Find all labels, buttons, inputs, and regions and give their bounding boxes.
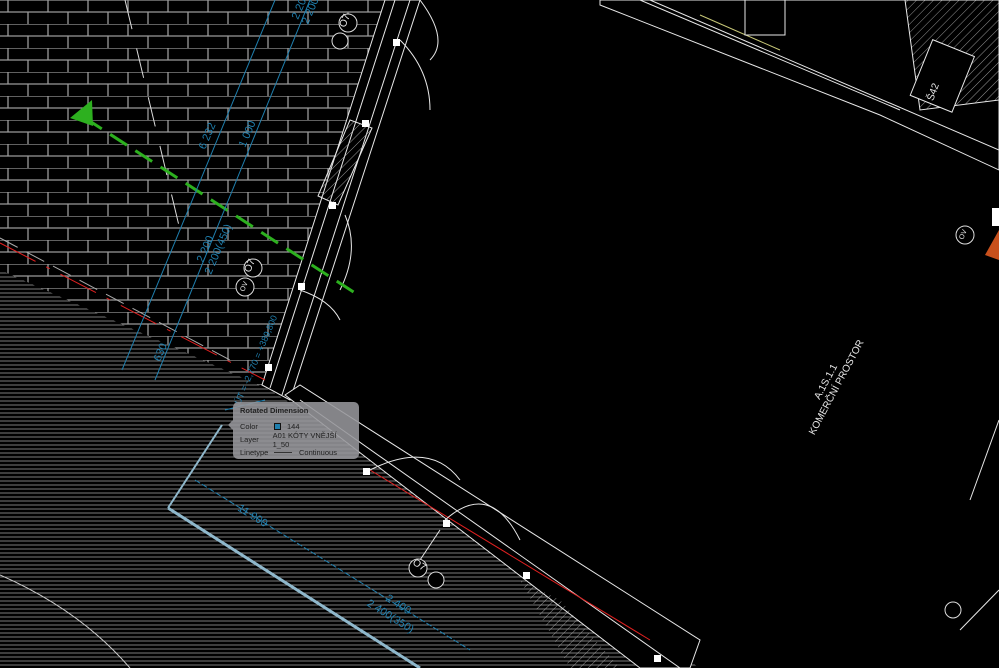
layer-label: Layer — [240, 435, 259, 444]
color-swatch-icon — [274, 423, 281, 430]
orange-marker-icon — [985, 230, 999, 260]
wall-end — [992, 208, 999, 226]
cad-canvas[interactable]: Š42 6 232 1 000 2 200 2 200(450) 2 200 2… — [0, 0, 999, 668]
tooltip-title: Rotated Dimension — [240, 406, 309, 415]
properties-tooltip: Rotated Dimension Color 144 Layer A01 KÓ… — [228, 402, 359, 459]
tooltip-layer-row: Layer A01 KÓTY VNĚJŠÍ 1_50 — [240, 430, 352, 449]
room-label: A.1S.1.1 KOMERČNÍ PROSTOR — [805, 337, 866, 437]
layer-value: A01 KÓTY VNĚJŠÍ 1_50 — [272, 430, 337, 449]
linetype-value: Continuous — [299, 448, 337, 457]
wall-top — [599, 0, 999, 631]
linetype-sample-icon — [274, 452, 292, 453]
color-label: Color — [240, 422, 258, 431]
linetype-label: Linetype — [240, 448, 269, 457]
room-name: KOMERČNÍ PROSTOR — [805, 337, 866, 437]
